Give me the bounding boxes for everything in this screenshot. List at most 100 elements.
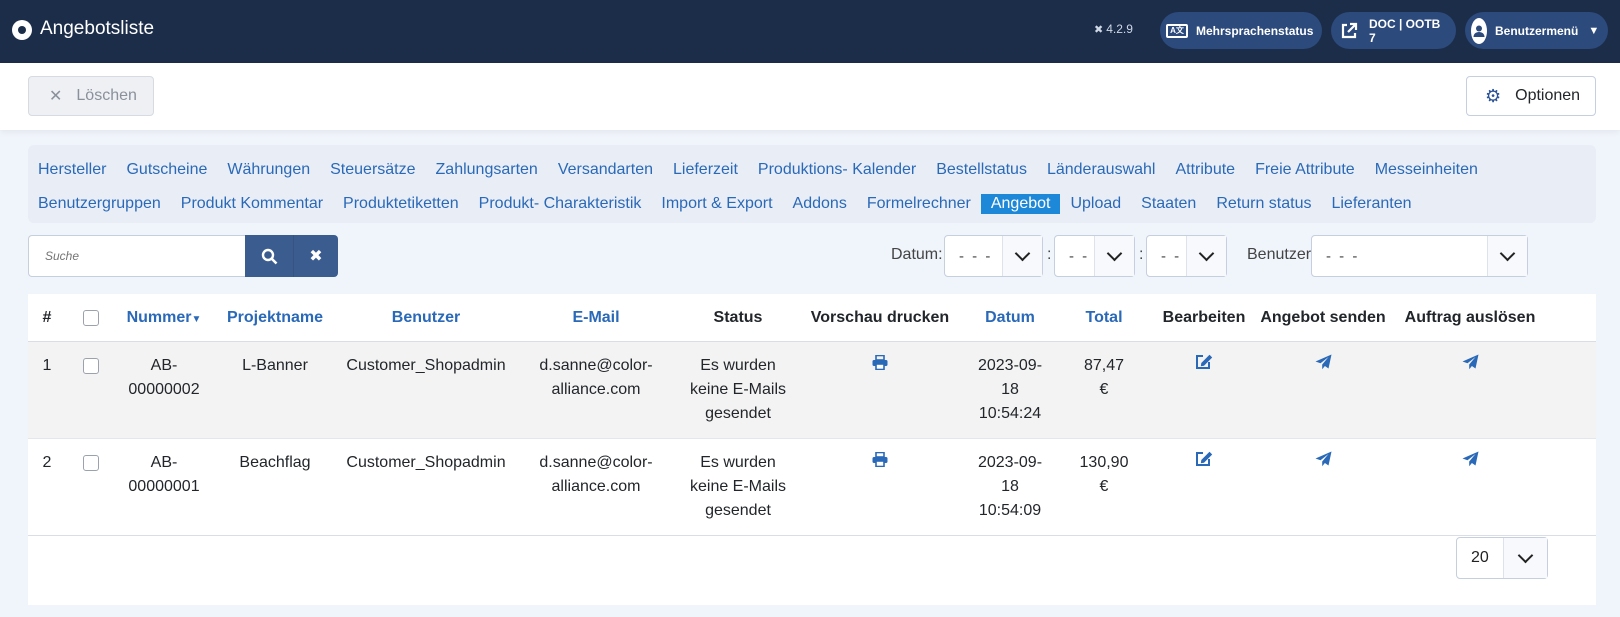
toolbar: ✕ Löschen ⚙ Optionen [0,63,1620,130]
offers-table: # Nummer▼ Projektname Benutzer E-Mail St… [28,294,1596,605]
nav-link[interactable]: Formelrechner [867,195,971,213]
nav-link[interactable]: Zahlungsarten [436,161,538,179]
offer-number: AB- 00000001 [128,454,200,495]
nav-link[interactable]: Währungen [227,161,310,179]
nav-link[interactable]: Produkt Kommentar [181,195,323,213]
nav-link[interactable]: Upload [1070,195,1121,213]
project-name: Beachflag [239,454,311,471]
search-icon [261,248,277,264]
total: 87,47 € [1083,357,1125,398]
nav-link[interactable]: Return status [1216,195,1311,213]
sort-desc-icon: ▼ [191,314,202,325]
col-projekt-sort[interactable]: Projektname [220,306,330,330]
select-all-checkbox[interactable] [83,309,99,326]
submenu-nav: Hersteller Gutscheine Währungen Steuersätze… [28,145,1596,223]
delete-button[interactable]: ✕ Löschen [28,76,154,116]
search-input[interactable] [28,235,245,277]
date: 2023-09- 18 10:54:24 [977,357,1043,422]
col-nummer-sort[interactable]: Nummer▼ [114,306,214,332]
month-select[interactable]: - - [1054,235,1135,277]
day-select[interactable]: - - - [944,235,1043,277]
nav-link[interactable]: Lieferanten [1331,195,1411,213]
col-benutzer-sort[interactable]: Benutzer [340,306,512,330]
list-limit-select[interactable]: 20 [1456,537,1548,579]
year-select[interactable]: - - [1146,235,1227,277]
col-bearbeiten: Bearbeiten [1162,309,1246,326]
gear-icon: ⚙ [1485,85,1502,106]
nav-link[interactable]: Import & Export [661,195,772,213]
date: 2023-09- 18 10:54:09 [977,454,1043,519]
print-icon[interactable] [872,451,888,471]
user-select[interactable]: - - - [1311,235,1528,277]
col-vorschau: Vorschau drucken [810,309,950,326]
table-row: 1 AB- 00000002 L-Banner Customer_Shopadmi… [28,342,1596,439]
user-icon [1471,17,1487,44]
row-checkbox[interactable] [83,357,99,374]
col-status: Status [713,309,763,326]
submenu-row-2: Benutzergruppen Produkt Kommentar Produkte… [38,187,1586,221]
nav-link[interactable]: Hersteller [38,161,106,179]
status-text: Es wurden keine E-Mails gesendet [689,357,787,422]
joomla-icon: ✖ [1094,24,1104,36]
nav-link[interactable]: Addons [793,195,847,213]
chevron-down-icon [1002,236,1042,276]
send-offer-icon[interactable] [1315,451,1332,471]
send-offer-icon[interactable] [1315,354,1332,374]
language-icon: A文 [1166,18,1188,44]
multilanguage-status-button[interactable]: A文 Mehrsprachenstatus [1160,12,1322,49]
status-text: Es wurden keine E-Mails gesendet [689,454,787,519]
col-index: # [42,309,52,326]
nav-link[interactable]: Staaten [1141,195,1196,213]
nav-link[interactable]: Benutzergruppen [38,195,161,213]
offer-number: AB- 00000002 [128,357,200,398]
nav-link[interactable]: Bestellstatus [936,161,1027,179]
search-button[interactable] [245,235,293,277]
app-logo-icon [12,20,32,40]
nav-link[interactable]: Länderauswahl [1047,161,1156,179]
nav-link[interactable]: Produktions- Kalender [758,161,916,179]
nav-link[interactable]: Steuersätze [330,161,415,179]
date-label: Datum: [891,246,943,263]
nav-link[interactable]: Produktetiketten [343,195,459,213]
nav-link[interactable]: Lieferzeit [673,161,738,179]
doc-link-button[interactable]: DOC | OOTB 7 [1331,12,1456,49]
user-menu-button[interactable]: Benutzermenü ▼ [1465,12,1608,49]
total: 130,90 € [1079,454,1129,495]
chevron-down-icon: ▼ [1588,24,1600,37]
col-email-sort[interactable]: E-Mail [528,306,664,330]
nav-link[interactable]: Freie Attribute [1255,161,1355,179]
col-datum-sort[interactable]: Datum [966,306,1054,330]
nav-link[interactable]: Attribute [1175,161,1235,179]
user-name: Customer_Shopadmin [346,454,506,471]
date-separator: : [1139,246,1144,263]
close-icon: ✕ [49,88,63,105]
date-separator: : [1047,246,1052,263]
chevron-down-icon [1186,236,1226,276]
edit-icon[interactable] [1195,451,1213,471]
chevron-down-icon [1487,236,1527,276]
clear-search-button[interactable]: ✖ [293,235,338,277]
chevron-down-icon [1094,236,1134,276]
nav-link[interactable]: Messeinheiten [1375,161,1478,179]
email: d.sanne@color-alliance.com [539,454,653,495]
submenu-row-1: Hersteller Gutscheine Währungen Steuersätze… [38,153,1586,187]
print-icon[interactable] [872,354,888,374]
trigger-order-icon[interactable] [1462,354,1479,374]
nav-link[interactable]: Produkt- Charakteristik [479,195,642,213]
email: d.sanne@color-alliance.com [539,357,653,398]
row-checkbox[interactable] [83,454,99,471]
options-button[interactable]: ⚙ Optionen [1466,76,1596,116]
chevron-down-icon [1503,538,1547,578]
nav-link[interactable]: Angebot [980,194,1061,214]
version-label: ✖ 4.2.9 [1094,22,1133,36]
col-total-sort[interactable]: Total [1068,306,1140,330]
close-icon: ✖ [309,248,323,265]
project-name: L-Banner [242,357,308,374]
col-auftrag: Auftrag auslösen [1404,309,1536,326]
top-header: Angebotsliste ✖ 4.2.9 A文 Mehrsprachenstat… [0,0,1620,63]
edit-icon[interactable] [1195,354,1213,374]
nav-link[interactable]: Versandarten [558,161,653,179]
trigger-order-icon[interactable] [1462,451,1479,471]
table-header: # Nummer▼ Projektname Benutzer E-Mail St… [28,294,1596,342]
nav-link[interactable]: Gutscheine [126,161,207,179]
